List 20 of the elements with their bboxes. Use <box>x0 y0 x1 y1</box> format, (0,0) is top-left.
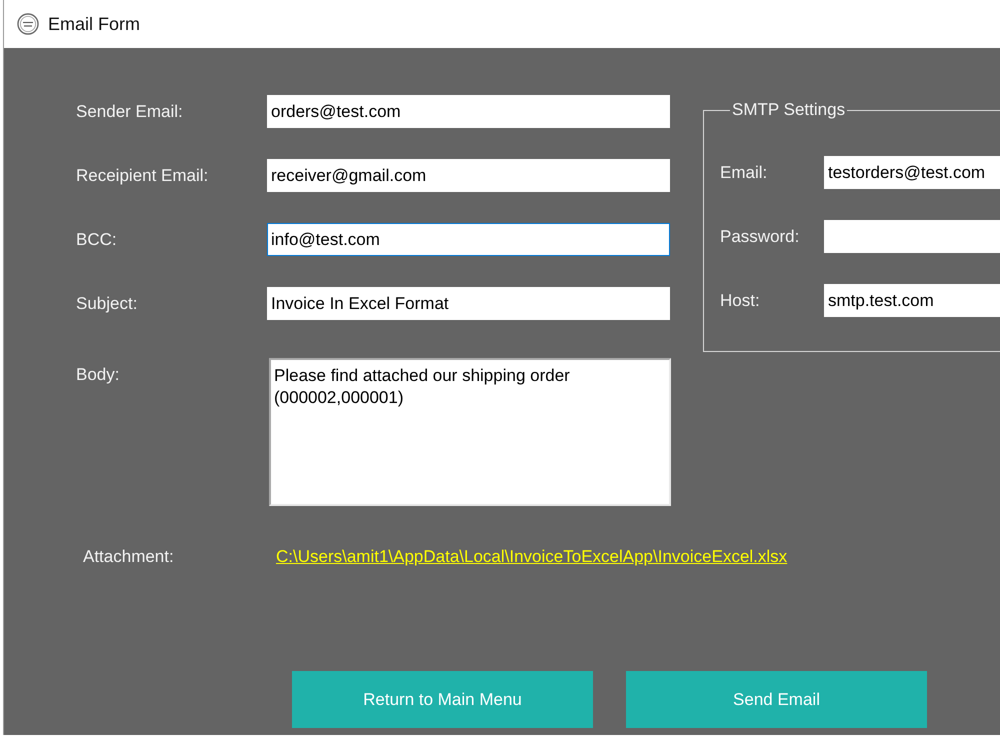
field-label: Password: <box>720 226 800 246</box>
logo-icon <box>17 13 39 35</box>
field-label: Body: <box>76 364 120 385</box>
field-label: Email: <box>720 162 768 182</box>
body-text-area[interactable]: Please find attached our shipping order (000002,000001) <box>269 358 671 506</box>
text-field[interactable]: smtp.test.com <box>824 284 1000 317</box>
field-label: Sender Email: <box>76 102 184 122</box>
field-label: Subject: <box>76 294 138 314</box>
group-title: SMTP Settings <box>731 99 846 121</box>
field-label: BCC: <box>76 230 118 250</box>
window-title: Email Form <box>48 14 140 34</box>
text-field[interactable]: receiver@gmail.com <box>267 159 670 192</box>
text-field[interactable]: testorders@test.com <box>824 156 1000 189</box>
text-field[interactable]: info@test.com <box>267 223 670 256</box>
field-label: Host: <box>720 290 761 310</box>
text-field[interactable]: orders@test.com <box>267 95 670 128</box>
field-label: Receipient Email: <box>76 166 210 186</box>
field-label: Attachment: <box>83 547 175 567</box>
attachment-link[interactable]: C:\Users\amit1\AppData\Local\InvoiceToExcelApp\InvoiceExcel.xlsx <box>276 547 788 567</box>
text-field[interactable]: Invoice In Excel Format <box>267 287 670 320</box>
